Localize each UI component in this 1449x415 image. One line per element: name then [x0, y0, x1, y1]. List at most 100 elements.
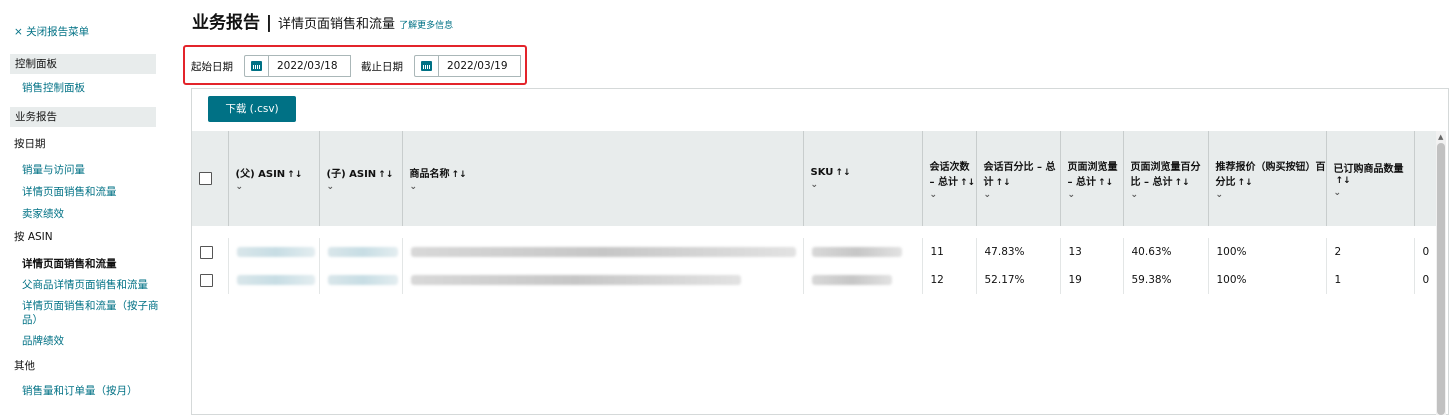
- col-label: (子) ASIN: [326, 169, 377, 180]
- col-parent-asin[interactable]: (父) ASIN ↑↓ ⌄: [228, 131, 320, 226]
- business-reports-section-header: 业务报告: [10, 107, 156, 127]
- redacted-value: [327, 275, 398, 285]
- page-views-pct-cell: 40.63%: [1123, 238, 1209, 266]
- row-checkbox[interactable]: [200, 245, 213, 259]
- chevron-down-icon[interactable]: ⌄: [410, 182, 803, 192]
- sort-icon[interactable]: ↑↓: [1336, 176, 1351, 186]
- row-checkbox-cell: [192, 266, 229, 294]
- col-truncated: [1414, 131, 1437, 226]
- end-date-label: 截止日期: [361, 61, 403, 73]
- sort-icon[interactable]: ↑↓: [1174, 178, 1189, 188]
- table-header-row: (父) ASIN ↑↓ ⌄ (子) ASIN ↑↓ ⌄ 商品名称 ↑↓ ⌄ SKU ↑↓ ⌄ 会…: [192, 131, 1437, 226]
- chevron-down-icon[interactable]: ⌄: [1334, 188, 1414, 198]
- page-views-cell: 13: [1060, 238, 1124, 266]
- sort-icon[interactable]: ↑↓: [378, 170, 393, 180]
- row-checkbox-cell: [192, 238, 229, 266]
- sort-icon[interactable]: ↑↓: [452, 170, 467, 180]
- other-group-label: 其他: [14, 360, 35, 372]
- calendar-icon[interactable]: [414, 55, 439, 77]
- chevron-down-icon[interactable]: ⌄: [930, 190, 976, 200]
- col-label: SKU: [810, 167, 834, 178]
- report-menu-sidebar: × 关闭报告菜单 控制面板 销售控制面板 业务报告 按日期 销量与访问量 详情页…: [0, 0, 172, 415]
- download-csv-button[interactable]: 下载 (.csv): [208, 96, 296, 122]
- close-report-menu-link[interactable]: × 关闭报告菜单: [14, 24, 89, 39]
- learn-more-link[interactable]: 了解更多信息: [399, 21, 453, 31]
- product-name-cell: [402, 238, 804, 266]
- chevron-down-icon[interactable]: ⌄: [1131, 190, 1208, 200]
- scrollbar-thumb[interactable]: [1437, 143, 1445, 415]
- title-divider: |: [260, 13, 279, 33]
- sort-icon[interactable]: ↑↓: [996, 178, 1011, 188]
- col-units-ordered[interactable]: 已订购商品数量↑↓ ⌄: [1326, 131, 1415, 226]
- redacted-value: [410, 275, 741, 285]
- sort-icon[interactable]: ↑↓: [835, 168, 850, 178]
- redacted-value: [236, 247, 315, 257]
- dashboard-section-header: 控制面板: [10, 54, 156, 74]
- select-all-cell: [192, 131, 229, 226]
- chevron-down-icon[interactable]: ⌄: [1216, 190, 1326, 200]
- select-all-checkbox[interactable]: [199, 172, 212, 185]
- col-buybox-pct[interactable]: 推荐报价（购买按钮）百分比 ↑↓ ⌄: [1208, 131, 1327, 226]
- sessions-cell: 11: [922, 238, 977, 266]
- sessions-cell: 12: [922, 266, 977, 294]
- col-product-name[interactable]: 商品名称 ↑↓ ⌄: [402, 131, 804, 226]
- col-page-views[interactable]: 页面浏览量 – 总计 ↑↓ ⌄: [1060, 131, 1124, 226]
- col-sessions[interactable]: 会话次数 – 总计 ↑↓ ⌄: [922, 131, 977, 226]
- col-label: 商品名称: [409, 169, 450, 180]
- sidebar-item-parent-detail-page-sales[interactable]: 父商品详情页面销售和流量: [22, 278, 162, 292]
- sidebar-item-sales-dashboard[interactable]: 销售控制面板: [22, 81, 162, 95]
- sidebar-item-detail-page-sales-by-date[interactable]: 详情页面销售和流量: [22, 185, 162, 199]
- sku-cell: [803, 266, 923, 294]
- row-checkbox[interactable]: [200, 273, 213, 287]
- chevron-down-icon[interactable]: ⌄: [236, 182, 319, 192]
- parent-asin-cell[interactable]: [228, 238, 320, 266]
- start-date-input[interactable]: 2022/03/18: [269, 55, 351, 77]
- session-pct-cell: 47.83%: [976, 238, 1061, 266]
- sku-cell: [803, 238, 923, 266]
- table-row: 11 47.83% 13 40.63% 100% 2 0: [192, 238, 1437, 266]
- scroll-up-icon[interactable]: ▲: [1438, 133, 1443, 141]
- col-sku[interactable]: SKU ↑↓ ⌄: [803, 131, 923, 226]
- chevron-down-icon[interactable]: ⌄: [327, 182, 402, 192]
- table-row: 12 52.17% 19 59.38% 100% 1 0: [192, 266, 1437, 294]
- date-range-selector: 起始日期 2022/03/18 截止日期 2022/03/19: [183, 45, 527, 85]
- col-label: 推荐报价（购买按钮）百分比: [1215, 161, 1326, 188]
- sidebar-item-detail-page-sales-by-child[interactable]: 详情页面销售和流量（按子商品）: [22, 299, 162, 327]
- redacted-value: [410, 247, 796, 257]
- vertical-scrollbar[interactable]: ▲: [1436, 131, 1446, 415]
- report-table: (父) ASIN ↑↓ ⌄ (子) ASIN ↑↓ ⌄ 商品名称 ↑↓ ⌄ SKU ↑↓ ⌄ 会…: [192, 131, 1437, 294]
- col-session-pct[interactable]: 会话百分比 – 总计 ↑↓ ⌄: [976, 131, 1061, 226]
- col-label: 会话百分比 – 总计: [983, 161, 1056, 188]
- page-views-pct-cell: 59.38%: [1123, 266, 1209, 294]
- sidebar-item-sales-traffic[interactable]: 销量与访问量: [22, 163, 162, 177]
- chevron-down-icon[interactable]: ⌄: [984, 190, 1060, 200]
- sort-icon[interactable]: ↑↓: [287, 170, 302, 180]
- session-pct-cell: 52.17%: [976, 266, 1061, 294]
- redacted-value: [327, 247, 398, 257]
- sort-icon[interactable]: ↑↓: [1098, 178, 1113, 188]
- col-child-asin[interactable]: (子) ASIN ↑↓ ⌄: [319, 131, 403, 226]
- chevron-down-icon[interactable]: ⌄: [1068, 190, 1123, 200]
- col-page-views-pct[interactable]: 页面浏览量百分比 – 总计 ↑↓ ⌄: [1123, 131, 1209, 226]
- child-asin-cell[interactable]: [319, 238, 403, 266]
- col-label: (父) ASIN: [235, 169, 286, 180]
- product-name-cell: [402, 266, 804, 294]
- page-subtitle: 详情页面销售和流量: [278, 17, 396, 32]
- sort-icon[interactable]: ↑↓: [960, 178, 975, 188]
- page-title: 业务报告 | 详情页面销售和流量 了解更多信息: [192, 8, 453, 33]
- sidebar-item-detail-page-sales-by-asin[interactable]: 详情页面销售和流量: [22, 257, 162, 271]
- chevron-down-icon[interactable]: ⌄: [811, 180, 922, 190]
- calendar-icon[interactable]: [244, 55, 269, 77]
- truncated-cell: 0: [1414, 266, 1437, 294]
- sidebar-item-monthly-sales-orders[interactable]: 销售量和订单量（按月）: [22, 384, 162, 398]
- sort-icon[interactable]: ↑↓: [1238, 178, 1253, 188]
- redacted-value: [236, 275, 315, 285]
- col-label: 已订购商品数量: [1333, 163, 1404, 175]
- sidebar-item-brand-performance[interactable]: 品牌绩效: [22, 334, 162, 348]
- parent-asin-cell[interactable]: [228, 266, 320, 294]
- end-date-input[interactable]: 2022/03/19: [439, 55, 521, 77]
- child-asin-cell[interactable]: [319, 266, 403, 294]
- sidebar-item-seller-performance[interactable]: 卖家绩效: [22, 207, 162, 221]
- by-date-group-label: 按日期: [14, 138, 46, 150]
- page-title-main: 业务报告: [192, 13, 260, 33]
